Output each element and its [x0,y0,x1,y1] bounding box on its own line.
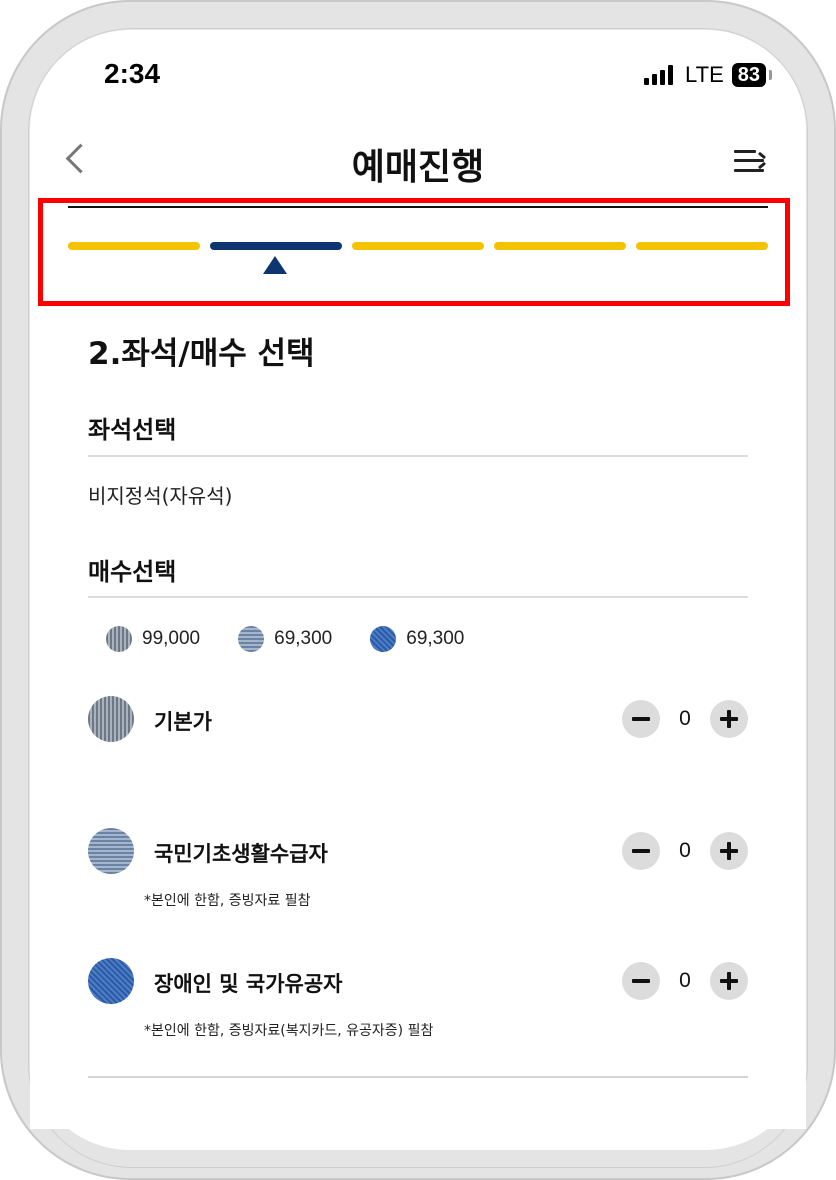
bottom-divider [88,1076,748,1078]
minus-icon [632,717,650,721]
quantity-stepper: 0 [622,700,748,738]
legend-price: 99,000 [142,628,201,649]
section-title: 2.좌석/매수 선택 [88,336,315,372]
ticket-label: 기본가 [154,710,212,734]
legend-item: 69,300 [238,626,332,652]
decrease-button[interactable] [622,832,660,870]
legend-item: 69,300 [370,626,464,652]
status-indicators: LTE 83 [644,62,773,88]
network-label: LTE [685,62,724,87]
ticket-row-disabled-veteran: 장애인 및 국가유공자 *본인에 한함, 증빙자료(복지카드, 유공자증) 필참… [88,958,748,1039]
legend-price: 69,300 [274,628,333,649]
menu-icon[interactable] [734,148,767,174]
legend-price: 69,300 [406,628,465,649]
price-legend: 99,000 69,300 69,300 [106,626,464,652]
screen: 2:34 LTE 83 예매진행 2.좌석/매수 선택 좌석선택 비지정석(자유… [30,30,806,1129]
seat-heading: 좌석선택 [88,416,177,444]
decrease-button[interactable] [622,700,660,738]
ticket-label: 장애인 및 국가유공자 [154,972,343,996]
quantity-value: 0 [679,839,691,862]
seat-value: 비지정석(자유석) [88,484,233,508]
minus-icon [632,979,650,983]
ticket-type-swatch [88,958,134,1004]
legend-item: 99,000 [106,626,200,652]
ticket-type-swatch [88,828,134,874]
status-time: 2:34 [104,58,161,89]
ticket-label: 국민기초생활수급자 [154,842,328,866]
ticket-type-swatch [88,696,134,742]
ticket-note: *본인에 한함, 증빙자료 필참 [144,893,311,909]
count-divider [88,596,748,598]
increase-button[interactable] [710,832,748,870]
seat-divider [88,455,748,457]
count-heading: 매수선택 [88,558,177,586]
minus-icon [632,849,650,853]
ticket-note: *본인에 한함, 증빙자료(복지카드, 유공자증) 필참 [144,1023,434,1039]
increase-button[interactable] [710,700,748,738]
ticket-row-basic: 기본가 0 [88,696,748,746]
battery-icon: 83 [731,63,773,87]
quantity-stepper: 0 [622,962,748,1000]
quantity-stepper: 0 [622,832,748,870]
page-title: 예매진행 [351,147,485,188]
highlight-box [38,198,790,306]
decrease-button[interactable] [622,962,660,1000]
legend-swatch [106,626,132,652]
ticket-row-welfare: 국민기초생활수급자 *본인에 한함, 증빙자료 필참 0 [88,828,748,909]
increase-button[interactable] [710,962,748,1000]
signal-icon [644,65,674,85]
quantity-value: 0 [679,707,691,730]
quantity-value: 0 [679,969,691,992]
legend-swatch [238,626,265,652]
legend-swatch [370,626,397,652]
